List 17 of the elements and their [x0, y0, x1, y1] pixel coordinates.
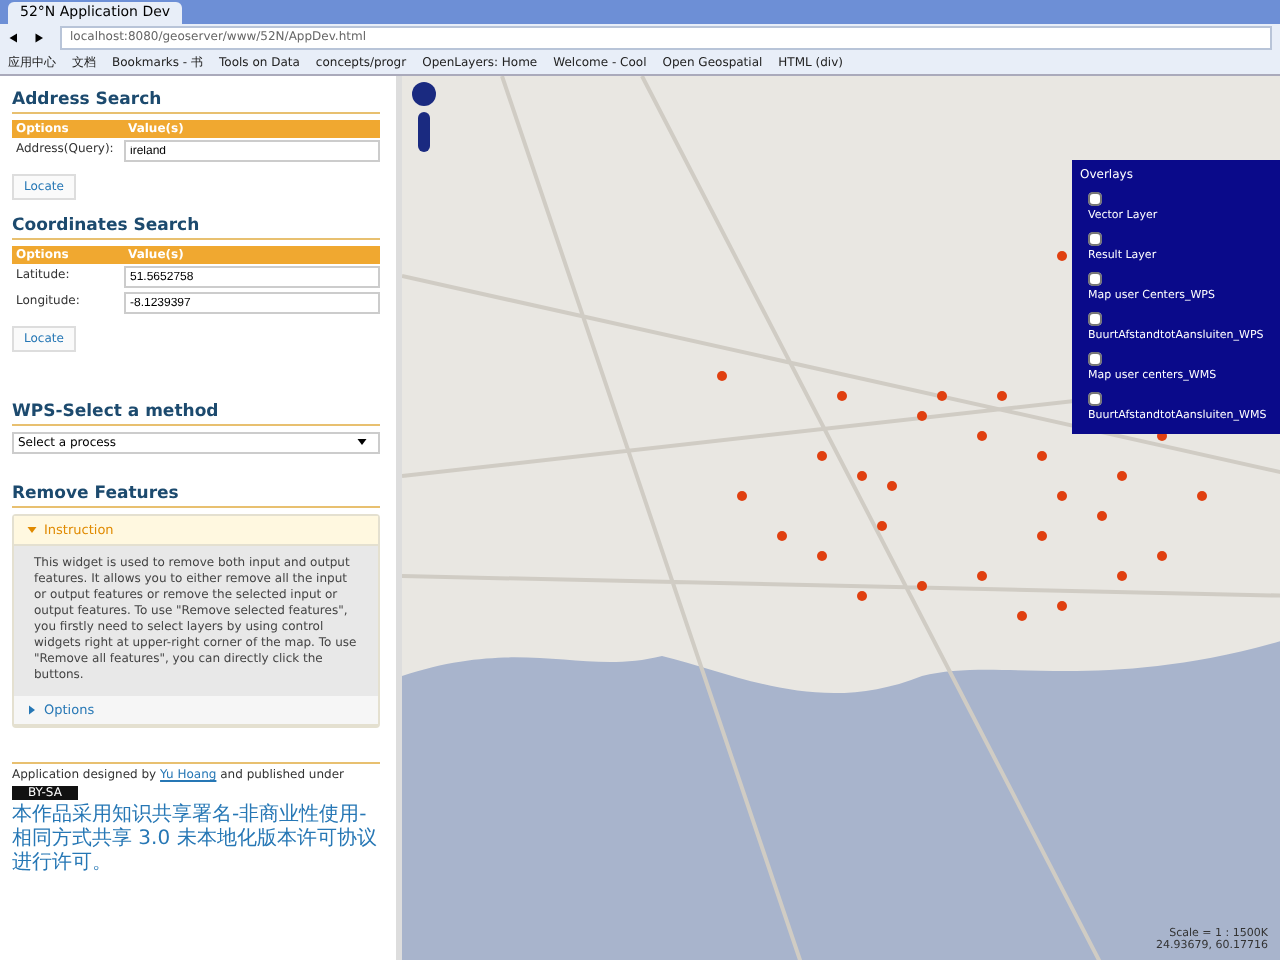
back-icon[interactable] [8, 31, 20, 43]
section-title: Remove Features [12, 484, 380, 508]
layer-checkbox[interactable] [1088, 232, 1102, 246]
layer-checkbox[interactable] [1088, 192, 1102, 206]
forward-icon[interactable] [34, 31, 46, 43]
map-drawing[interactable] [402, 76, 1280, 960]
layer-checkbox[interactable] [1088, 312, 1102, 326]
layer-checkbox[interactable] [1088, 272, 1102, 286]
caret-down-icon [26, 524, 38, 536]
section-title: Address Search [12, 90, 380, 114]
layer-checkbox[interactable] [1088, 352, 1102, 366]
section-title: Coordinates Search [12, 216, 380, 240]
layer-checkbox[interactable] [1088, 392, 1102, 406]
license-text[interactable]: 本作品采用知识共享署名-非商业性使用-相同方式共享 3.0 未本地化版本许可协议进行许可。 [12, 804, 380, 876]
dropdown-caret-icon [356, 436, 368, 448]
caret-right-icon [26, 704, 38, 716]
section-title: WPS-Select a method [12, 402, 380, 426]
